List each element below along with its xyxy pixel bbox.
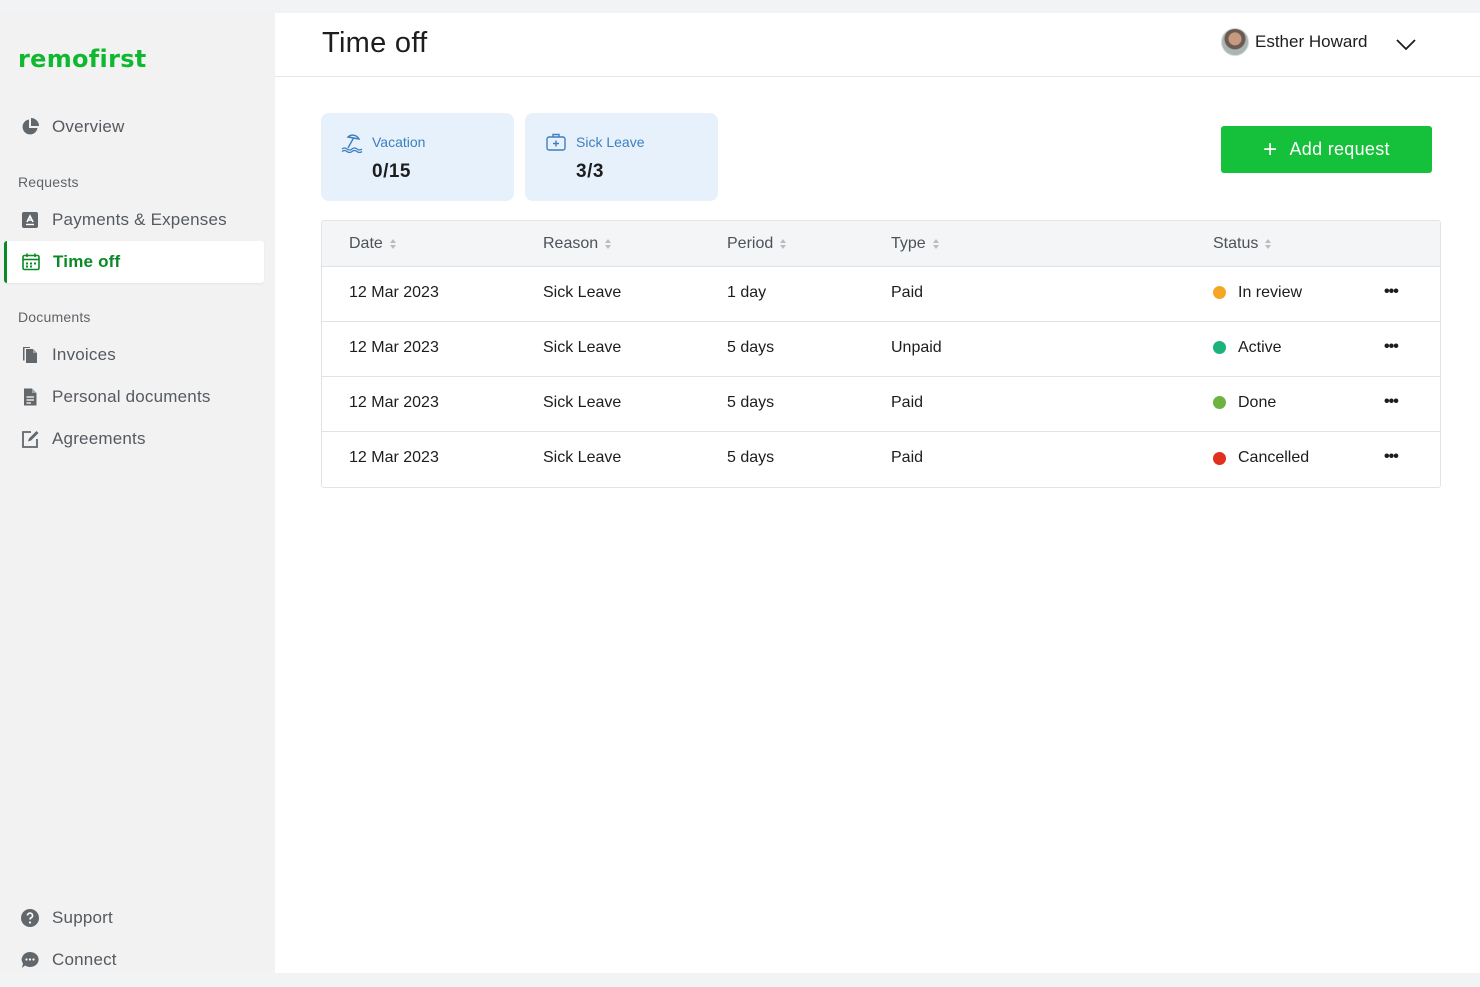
cell-status: In review (1213, 284, 1302, 302)
more-options-icon[interactable]: ••• (1384, 449, 1399, 465)
sort-icon (389, 238, 396, 249)
more-options-icon[interactable]: ••• (1384, 283, 1399, 299)
files-icon (20, 345, 40, 365)
column-header-date[interactable]: Date (349, 235, 396, 253)
column-header-reason[interactable]: Reason (543, 234, 612, 253)
cell-date: 12 Mar 2023 (349, 338, 439, 356)
cell-date: 12 Mar 2023 (349, 283, 439, 301)
column-label: Status (1213, 234, 1259, 252)
sidebar-item-label: Overview (52, 117, 125, 136)
sort-icon (780, 238, 787, 249)
chevron-down-icon[interactable] (1395, 33, 1417, 55)
table-row[interactable]: 12 Mar 2023 Sick Leave 5 days Paid Done … (322, 377, 1440, 432)
chat-icon (20, 950, 40, 970)
column-label: Date (349, 234, 383, 252)
sidebar-item-label: Payments & Expenses (52, 210, 227, 229)
section-label-documents: Documents (18, 309, 91, 325)
cell-period: 5 days (727, 393, 775, 411)
cell-period: 1 day (727, 283, 767, 301)
sidebar-item-label: Time off (53, 252, 121, 271)
cell-date: 12 Mar 2023 (349, 393, 439, 411)
cell-reason: Sick Leave (543, 283, 622, 301)
receipt-icon (20, 210, 40, 230)
table-row[interactable]: 12 Mar 2023 Sick Leave 5 days Paid Cance… (322, 432, 1440, 487)
cell-period: 5 days (727, 449, 775, 466)
balance-card-sick-leave: Sick Leave 3/3 (525, 113, 718, 201)
avatar (1221, 28, 1249, 56)
balance-card-vacation: Vacation 0/15 (321, 113, 514, 201)
sidebar-item-support[interactable]: Support (6, 897, 266, 939)
cell-status: Done (1213, 394, 1276, 412)
status-dot (1213, 286, 1226, 299)
calendar-icon (21, 252, 41, 272)
status-label: Cancelled (1238, 449, 1310, 466)
sort-icon (932, 238, 939, 249)
cell-reason: Sick Leave (543, 393, 622, 411)
cell-type: Paid (891, 449, 924, 466)
cell-status: Cancelled (1213, 449, 1309, 467)
sidebar-item-label: Agreements (52, 429, 146, 448)
cell-reason: Sick Leave (543, 449, 622, 466)
sidebar-item-connect[interactable]: Connect (6, 939, 266, 981)
sidebar-item-label: Connect (52, 950, 117, 969)
sidebar-item-label: Invoices (52, 345, 116, 364)
sidebar-item-label: Support (52, 908, 113, 927)
more-options-icon[interactable]: ••• (1384, 338, 1399, 354)
table-header: Date Reason Period Type Status (322, 221, 1440, 267)
status-dot (1213, 396, 1226, 409)
cell-date: 12 Mar 2023 (349, 449, 439, 466)
column-label: Reason (543, 234, 599, 252)
logo[interactable]: remofirst (18, 45, 147, 73)
cell-type: Paid (891, 393, 924, 411)
page-title: Time off (322, 27, 428, 59)
beach-umbrella-icon (341, 134, 363, 153)
plus-icon: + (1263, 135, 1278, 163)
time-off-table: Date Reason Period Type Status 12 Mar 20… (321, 220, 1441, 488)
add-request-label: Add request (1289, 139, 1390, 159)
cell-status: Active (1213, 339, 1282, 357)
pie-chart-icon (20, 117, 40, 137)
table-row[interactable]: 12 Mar 2023 Sick Leave 5 days Unpaid Act… (322, 322, 1440, 377)
status-label: In review (1238, 283, 1303, 301)
sidebar-item-payments-expenses[interactable]: Payments & Expenses (6, 199, 266, 241)
header: Time off Esther Howard (275, 13, 1480, 77)
cell-type: Unpaid (891, 338, 942, 356)
column-header-status[interactable]: Status (1213, 234, 1272, 253)
user-menu[interactable]: Esther Howard (1221, 28, 1367, 56)
status-dot (1213, 451, 1226, 465)
sidebar-item-time-off[interactable]: Time off (4, 241, 264, 283)
sidebar-item-invoices[interactable]: Invoices (6, 334, 266, 376)
document-icon (20, 387, 40, 407)
column-label: Period (727, 234, 774, 252)
cell-period: 5 days (727, 338, 775, 356)
sidebar: remofirst Overview Requests Payments & E… (0, 13, 275, 973)
balance-value: 3/3 (576, 161, 604, 182)
balance-label: Sick Leave (576, 134, 645, 150)
cell-type: Paid (891, 283, 924, 301)
help-icon (20, 908, 40, 928)
cell-reason: Sick Leave (543, 338, 622, 356)
balance-value: 0/15 (372, 161, 411, 182)
section-label-requests: Requests (18, 174, 79, 190)
balance-label: Vacation (372, 134, 426, 150)
sidebar-item-label: Personal documents (52, 387, 211, 406)
column-header-type[interactable]: Type (891, 235, 939, 253)
sort-icon (1265, 238, 1272, 249)
sidebar-item-agreements[interactable]: Agreements (6, 418, 266, 460)
more-options-icon[interactable]: ••• (1384, 393, 1399, 409)
column-label: Type (891, 234, 926, 252)
status-dot (1213, 341, 1226, 354)
column-header-period[interactable]: Period (727, 234, 787, 253)
medical-kit-icon (546, 133, 566, 151)
table-row[interactable]: 12 Mar 2023 Sick Leave 1 day Paid In rev… (322, 267, 1440, 322)
status-label: Done (1238, 393, 1277, 411)
add-request-button[interactable]: + Add request (1221, 126, 1432, 173)
sidebar-item-overview[interactable]: Overview (6, 106, 266, 148)
user-name: Esther Howard (1255, 32, 1368, 51)
edit-icon (20, 429, 40, 449)
sidebar-item-personal-documents[interactable]: Personal documents (6, 376, 266, 418)
status-label: Active (1238, 338, 1282, 356)
sort-icon (605, 238, 612, 249)
main-content: Time off Esther Howard Vacation 0/15 Sic… (275, 13, 1480, 973)
